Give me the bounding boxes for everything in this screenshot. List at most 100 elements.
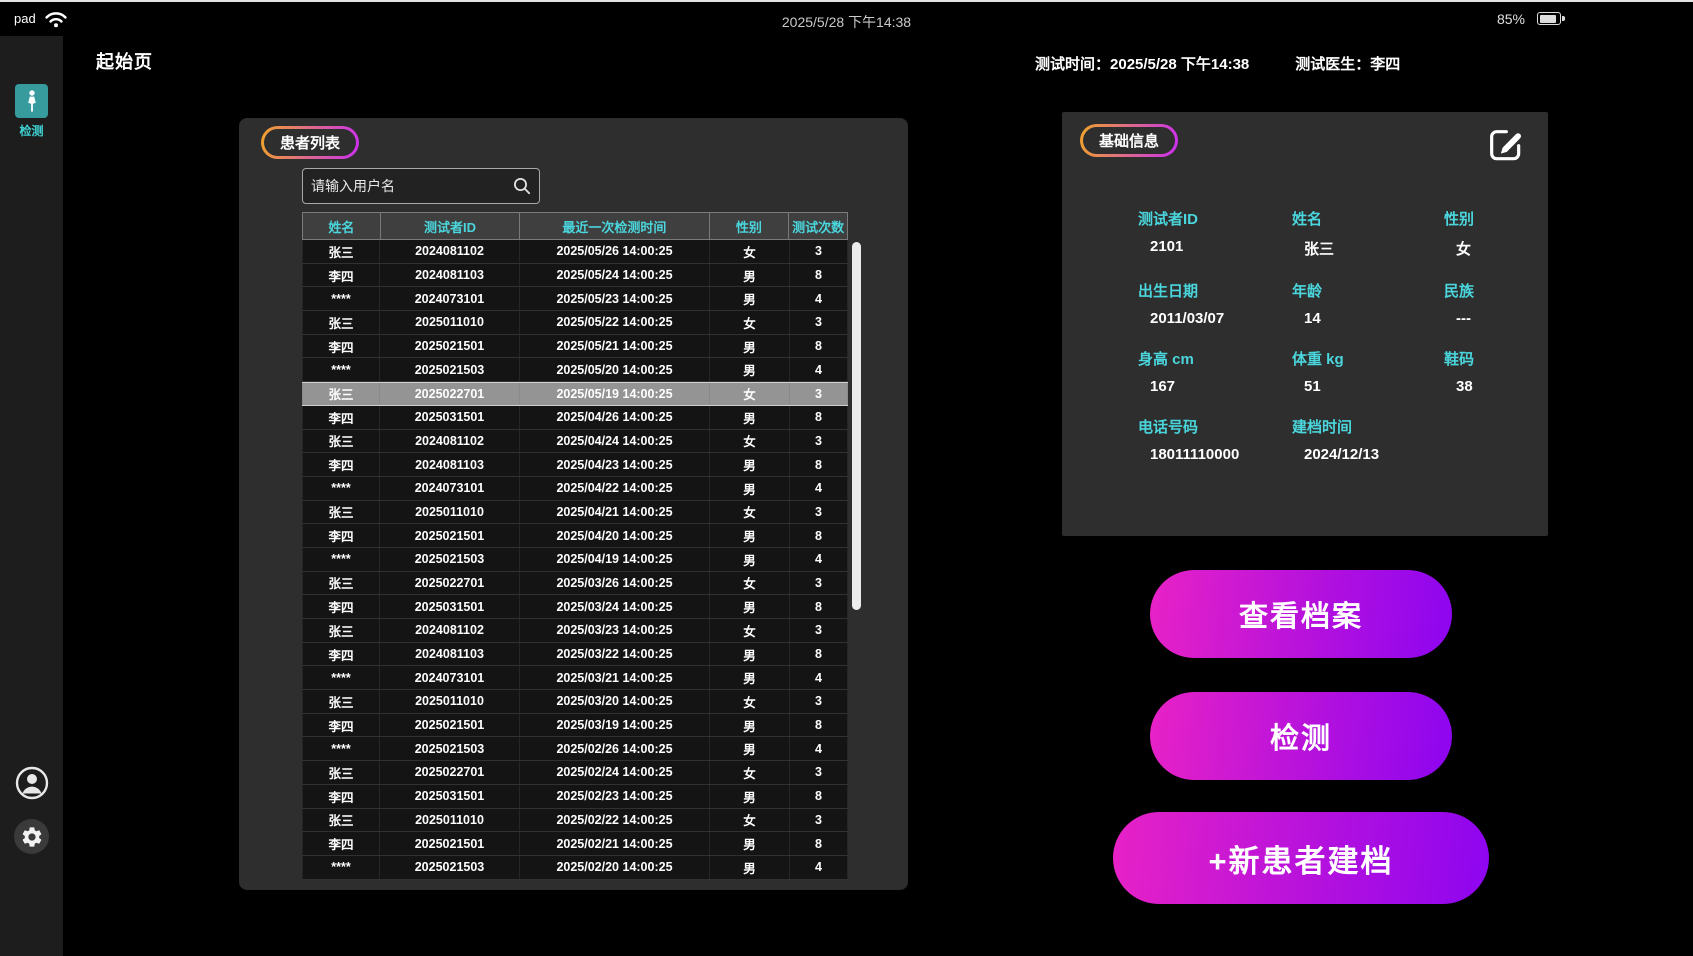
status-bar: pad 2025/5/28 下午14:38 85%	[0, 2, 1693, 36]
table-cell: 2025021501	[380, 524, 520, 547]
table-cell: 2024081102	[380, 619, 520, 642]
table-row[interactable]: 张三20250227012025/03/26 14:00:25女3	[302, 572, 848, 596]
info-field: 鞋码38	[1444, 348, 1528, 395]
info-field-value: 2024/12/13	[1292, 446, 1444, 463]
column-header[interactable]: 测试次数	[789, 213, 847, 239]
status-datetime: 2025/5/28 下午14:38	[0, 12, 1693, 32]
table-cell: 8	[790, 264, 848, 287]
table-row[interactable]: 李四20250315012025/02/23 14:00:25男8	[302, 785, 848, 809]
info-field-value: 张三	[1292, 238, 1444, 259]
table-cell: 女	[710, 383, 790, 405]
table-cell: 8	[790, 643, 848, 666]
info-field-label: 电话号码	[1138, 416, 1292, 437]
table-cell: 2025/04/19 14:00:25	[520, 548, 710, 571]
table-cell: 2024081102	[380, 240, 520, 263]
table-row[interactable]: 张三20250110102025/05/22 14:00:25女3	[302, 311, 848, 335]
table-cell: 张三	[302, 240, 380, 263]
table-cell: 男	[710, 264, 790, 287]
table-cell: 2025/02/24 14:00:25	[520, 761, 710, 784]
info-field: 建档时间 2024/12/13	[1292, 416, 1444, 463]
table-row[interactable]: 李四20250315012025/03/24 14:00:25男8	[302, 595, 848, 619]
info-field-label: 民族	[1444, 280, 1528, 301]
table-row[interactable]: ****20250215032025/05/20 14:00:25男4	[302, 358, 848, 382]
table-cell: 男	[710, 548, 790, 571]
table-cell: 4	[790, 737, 848, 760]
info-field-value: 女	[1444, 238, 1528, 259]
battery-percent: 85%	[1497, 11, 1525, 27]
table-row[interactable]: 李四20240811032025/05/24 14:00:25男8	[302, 264, 848, 288]
table-row[interactable]: 李四20240811032025/04/23 14:00:25男8	[302, 453, 848, 477]
table-cell: 2025021501	[380, 714, 520, 737]
table-row[interactable]: ****20240731012025/05/23 14:00:25男4	[302, 287, 848, 311]
table-row[interactable]: ****20240731012025/03/21 14:00:25男4	[302, 666, 848, 690]
column-header[interactable]: 测试者ID	[381, 213, 520, 239]
new-patient-button[interactable]: +新患者建档	[1113, 812, 1489, 904]
table-row[interactable]: 张三20250110102025/04/21 14:00:25女3	[302, 501, 848, 525]
table-cell: ****	[302, 358, 380, 381]
table-cell: 2025021503	[380, 358, 520, 381]
sidebar-item-detect[interactable]	[15, 84, 48, 118]
table-cell: 女	[710, 430, 790, 453]
table-cell: ****	[302, 287, 380, 310]
table-row[interactable]: 张三20250227012025/02/24 14:00:25女3	[302, 761, 848, 785]
edit-info-button[interactable]	[1482, 122, 1528, 168]
column-header[interactable]: 最近一次检测时间	[520, 213, 709, 239]
table-row[interactable]: 李四20250315012025/04/26 14:00:25男8	[302, 406, 848, 430]
table-row[interactable]: 李四20240811032025/03/22 14:00:25男8	[302, 643, 848, 667]
table-cell: 2024081103	[380, 453, 520, 476]
table-cell: 8	[790, 406, 848, 429]
table-row[interactable]: 李四20250215012025/03/19 14:00:25男8	[302, 714, 848, 738]
table-cell: 2025/04/26 14:00:25	[520, 406, 710, 429]
table-cell: 男	[710, 666, 790, 689]
user-icon	[15, 766, 49, 800]
table-cell: 2025021503	[380, 548, 520, 571]
table-row[interactable]: 张三20250110102025/03/20 14:00:25女3	[302, 690, 848, 714]
search-input[interactable]	[302, 168, 540, 204]
table-row[interactable]: ****20250215032025/02/20 14:00:25男4	[302, 856, 848, 880]
table-cell: 2025/03/22 14:00:25	[520, 643, 710, 666]
table-cell: 2025/03/20 14:00:25	[520, 690, 710, 713]
table-cell: 2025021503	[380, 737, 520, 760]
table-scrollbar-thumb[interactable]	[852, 242, 861, 610]
table-cell: 男	[710, 595, 790, 618]
table-cell: 2025/04/23 14:00:25	[520, 453, 710, 476]
profile-button[interactable]	[14, 765, 49, 800]
table-row[interactable]: 张三20240811022025/04/24 14:00:25女3	[302, 430, 848, 454]
table-cell: 2025022701	[380, 761, 520, 784]
table-row[interactable]: ****20250215032025/04/19 14:00:25男4	[302, 548, 848, 572]
settings-button[interactable]	[14, 819, 49, 854]
column-header[interactable]: 性别	[710, 213, 790, 239]
info-field-label: 性别	[1444, 208, 1528, 229]
info-field-label: 建档时间	[1292, 416, 1444, 437]
table-cell: 2024081102	[380, 430, 520, 453]
table-row[interactable]: 张三20240811022025/03/23 14:00:25女3	[302, 619, 848, 643]
table-row[interactable]: 张三20250110102025/02/22 14:00:25女3	[302, 809, 848, 833]
info-field-value: ---	[1444, 310, 1528, 327]
table-row[interactable]: ****20240731012025/04/22 14:00:25男4	[302, 477, 848, 501]
search-icon[interactable]	[512, 176, 532, 196]
table-cell: 李四	[302, 406, 380, 429]
table-row[interactable]: 李四20250215012025/02/21 14:00:25男8	[302, 832, 848, 856]
detect-button[interactable]: 检测	[1150, 692, 1452, 780]
info-field: 身高 cm167	[1138, 348, 1292, 395]
table-cell: 男	[710, 406, 790, 429]
table-row[interactable]: 李四20250215012025/04/20 14:00:25男8	[302, 524, 848, 548]
info-field: 体重 kg51	[1292, 348, 1444, 395]
table-row[interactable]: 李四20250215012025/05/21 14:00:25男8	[302, 335, 848, 359]
column-header[interactable]: 姓名	[303, 213, 381, 239]
page-title: 起始页	[96, 48, 153, 74]
patient-table-body: 张三20240811022025/05/26 14:00:25女3李四20240…	[302, 240, 848, 880]
table-cell: 2025011010	[380, 311, 520, 334]
table-row[interactable]: 张三20240811022025/05/26 14:00:25女3	[302, 240, 848, 264]
info-field-value: 38	[1444, 378, 1528, 395]
table-cell: 男	[710, 524, 790, 547]
patient-table-header: 姓名测试者ID最近一次检测时间性别测试次数	[302, 212, 848, 240]
test-time: 测试时间：2025/5/28 下午14:38	[1035, 53, 1249, 74]
table-row-selected[interactable]: 张三20250227012025/05/19 14:00:25女3	[302, 382, 848, 406]
table-cell: 2025/05/24 14:00:25	[520, 264, 710, 287]
table-cell: 2025/02/26 14:00:25	[520, 737, 710, 760]
table-cell: 2024073101	[380, 287, 520, 310]
table-row[interactable]: ****20250215032025/02/26 14:00:25男4	[302, 737, 848, 761]
view-archive-button[interactable]: 查看档案	[1150, 570, 1452, 658]
table-cell: 8	[790, 714, 848, 737]
